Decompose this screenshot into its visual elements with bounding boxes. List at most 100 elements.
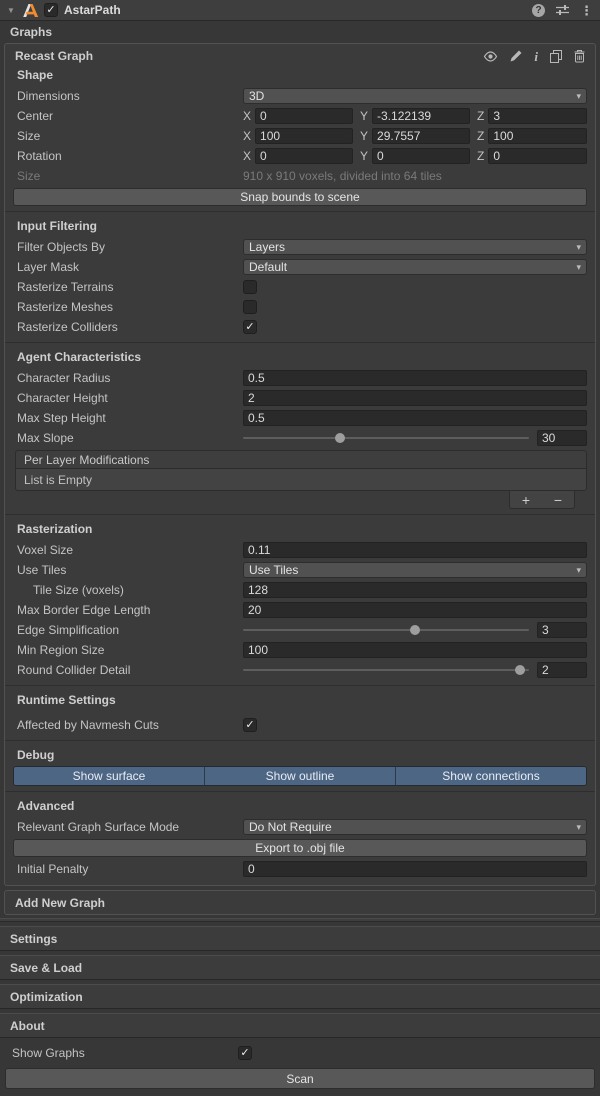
affected-by-navmesh-cuts-checkbox[interactable]: ✓ bbox=[243, 718, 257, 732]
list-footer: + − bbox=[509, 491, 575, 509]
initial-penalty-field[interactable]: 0 bbox=[243, 861, 587, 877]
edge-simplification-slider[interactable] bbox=[243, 622, 529, 638]
debug-heading: Debug bbox=[5, 746, 595, 764]
size-label: Size bbox=[17, 129, 243, 143]
component-title: AstarPath bbox=[64, 3, 532, 17]
center-x-field[interactable]: 0 bbox=[255, 108, 353, 124]
per-layer-modifications-list: Per Layer Modifications List is Empty + … bbox=[15, 450, 587, 509]
edge-simplification-field[interactable]: 3 bbox=[537, 622, 587, 638]
info-icon[interactable]: i bbox=[534, 50, 538, 63]
section-settings[interactable]: Settings bbox=[0, 926, 600, 951]
slider-handle[interactable] bbox=[335, 433, 345, 443]
graph-header[interactable]: Recast Graph i bbox=[5, 44, 595, 66]
add-item-button[interactable]: + bbox=[513, 493, 539, 507]
debug-button-group: Show surface Show outline Show connectio… bbox=[13, 766, 587, 786]
slider-track[interactable] bbox=[243, 437, 529, 439]
help-icon[interactable]: ? bbox=[532, 4, 545, 17]
check-icon: ✓ bbox=[245, 720, 254, 731]
center-x-value: 0 bbox=[260, 109, 267, 123]
axis-z-label: Z bbox=[477, 149, 484, 163]
slider-track[interactable] bbox=[243, 629, 529, 631]
character-height-value: 2 bbox=[248, 391, 255, 405]
show-outline-button[interactable]: Show outline bbox=[204, 767, 395, 785]
size-y-field[interactable]: 29.7557 bbox=[372, 128, 470, 144]
remove-item-button[interactable]: − bbox=[545, 493, 571, 507]
round-collider-detail-label: Round Collider Detail bbox=[17, 663, 243, 677]
rasterize-terrains-label: Rasterize Terrains bbox=[17, 280, 243, 294]
slider-handle[interactable] bbox=[515, 665, 525, 675]
use-tiles-row: Use Tiles Use Tiles ▾ bbox=[5, 560, 595, 580]
component-enabled-checkbox[interactable]: ✓ bbox=[44, 3, 58, 17]
eye-icon[interactable] bbox=[483, 51, 498, 62]
per-layer-modifications-header[interactable]: Per Layer Modifications bbox=[15, 450, 587, 469]
presets-icon[interactable] bbox=[556, 4, 569, 16]
rotation-label: Rotation bbox=[17, 149, 243, 163]
axis-y-label: Y bbox=[360, 109, 368, 123]
recast-graph-panel: Recast Graph i bbox=[4, 43, 596, 886]
section-save-load[interactable]: Save & Load bbox=[0, 955, 600, 980]
advanced-heading: Advanced bbox=[5, 797, 595, 815]
layer-mask-label: Layer Mask bbox=[17, 260, 243, 274]
surface-mode-dropdown[interactable]: Do Not Require ▾ bbox=[243, 819, 587, 835]
round-collider-detail-field[interactable]: 2 bbox=[537, 662, 587, 678]
size-z-field[interactable]: 100 bbox=[488, 128, 587, 144]
voxel-size-field[interactable]: 0.11 bbox=[243, 542, 587, 558]
show-graphs-checkbox[interactable]: ✓ bbox=[238, 1046, 252, 1060]
trash-icon[interactable] bbox=[574, 50, 585, 63]
pencil-icon[interactable] bbox=[510, 50, 522, 62]
max-slope-field[interactable]: 30 bbox=[537, 430, 587, 446]
export-obj-button[interactable]: Export to .obj file bbox=[13, 839, 587, 857]
min-region-size-field[interactable]: 100 bbox=[243, 642, 587, 658]
component-header: ▼ ✓ AstarPath ? ⋮ bbox=[0, 0, 600, 21]
section-about[interactable]: About bbox=[0, 1013, 600, 1038]
center-row: Center X0 Y-3.122139 Z3 bbox=[5, 106, 595, 126]
axis-y-label: Y bbox=[360, 129, 368, 143]
add-new-graph-bar[interactable]: Add New Graph bbox=[4, 890, 596, 915]
show-connections-button[interactable]: Show connections bbox=[395, 767, 586, 785]
max-step-height-field[interactable]: 0.5 bbox=[243, 410, 587, 426]
dimensions-label: Dimensions bbox=[17, 89, 243, 103]
max-slope-value: 30 bbox=[542, 431, 555, 445]
surface-mode-value: Do Not Require bbox=[249, 820, 332, 834]
rotation-z-field[interactable]: 0 bbox=[488, 148, 587, 164]
round-collider-detail-row: Round Collider Detail 2 bbox=[5, 660, 595, 680]
filter-objects-by-row: Filter Objects By Layers ▾ bbox=[5, 237, 595, 257]
tile-size-value: 128 bbox=[248, 583, 268, 597]
rasterize-terrains-checkbox[interactable] bbox=[243, 280, 257, 294]
duplicate-icon[interactable] bbox=[550, 50, 562, 63]
edge-simplification-label: Edge Simplification bbox=[17, 623, 243, 637]
rasterize-terrains-row: Rasterize Terrains bbox=[5, 277, 595, 297]
foldout-arrow-icon[interactable]: ▼ bbox=[7, 6, 22, 15]
show-surface-button[interactable]: Show surface bbox=[14, 767, 204, 785]
voxel-size-value: 0.11 bbox=[248, 543, 270, 557]
center-y-field[interactable]: -3.122139 bbox=[372, 108, 470, 124]
max-border-edge-length-field[interactable]: 20 bbox=[243, 602, 587, 618]
slider-handle[interactable] bbox=[410, 625, 420, 635]
tile-size-field[interactable]: 128 bbox=[243, 582, 587, 598]
layer-mask-dropdown[interactable]: Default ▾ bbox=[243, 259, 587, 275]
rotation-y-field[interactable]: 0 bbox=[372, 148, 470, 164]
center-z-field[interactable]: 3 bbox=[488, 108, 587, 124]
rasterize-meshes-checkbox[interactable] bbox=[243, 300, 257, 314]
rotation-x-field[interactable]: 0 bbox=[255, 148, 353, 164]
slider-track[interactable] bbox=[243, 669, 529, 671]
character-radius-field[interactable]: 0.5 bbox=[243, 370, 587, 386]
chevron-down-icon: ▾ bbox=[576, 263, 581, 272]
center-y-value: -3.122139 bbox=[377, 109, 431, 123]
filter-objects-by-dropdown[interactable]: Layers ▾ bbox=[243, 239, 587, 255]
max-slope-slider[interactable] bbox=[243, 430, 529, 446]
axis-x-label: X bbox=[243, 109, 251, 123]
round-collider-detail-slider[interactable] bbox=[243, 662, 529, 678]
rasterize-colliders-checkbox[interactable]: ✓ bbox=[243, 320, 257, 334]
character-height-field[interactable]: 2 bbox=[243, 390, 587, 406]
scan-button[interactable]: Scan bbox=[5, 1068, 595, 1089]
initial-penalty-row: Initial Penalty 0 bbox=[5, 859, 595, 879]
snap-bounds-button[interactable]: Snap bounds to scene bbox=[13, 188, 587, 206]
dimensions-dropdown[interactable]: 3D ▾ bbox=[243, 88, 587, 104]
rotation-row: Rotation X0 Y0 Z0 bbox=[5, 146, 595, 166]
section-optimization[interactable]: Optimization bbox=[0, 984, 600, 1009]
kebab-menu-icon[interactable]: ⋮ bbox=[580, 4, 593, 17]
dimensions-value: 3D bbox=[249, 89, 264, 103]
size-x-field[interactable]: 100 bbox=[255, 128, 353, 144]
use-tiles-dropdown[interactable]: Use Tiles ▾ bbox=[243, 562, 587, 578]
